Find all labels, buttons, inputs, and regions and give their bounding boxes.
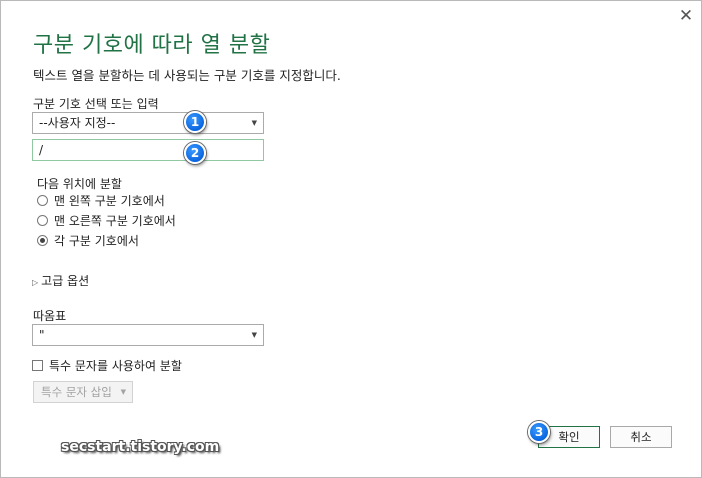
quote-select[interactable]: " ▼	[32, 324, 264, 346]
radio-each-label: 각 구분 기호에서	[54, 234, 139, 248]
delimiter-select[interactable]: --사용자 지정-- ▼	[32, 112, 264, 134]
delimiter-label: 구분 기호 선택 또는 입력	[33, 97, 159, 111]
expand-triangle-icon: ▷	[32, 278, 39, 287]
checkbox-icon[interactable]	[32, 360, 43, 371]
annotation-badge-1: 1	[184, 111, 206, 133]
special-chars-label: 특수 문자를 사용하여 분할	[49, 359, 182, 373]
annotation-badge-2: 2	[184, 142, 206, 164]
radio-each[interactable]: 각 구분 기호에서	[37, 233, 139, 249]
radio-button-selected-icon[interactable]	[37, 235, 48, 246]
chevron-down-icon: ▼	[251, 119, 257, 127]
insert-special-char-label: 특수 문자 삽입	[41, 385, 112, 399]
advanced-options-label: 고급 옵션	[41, 274, 90, 288]
quote-label: 따옴표	[33, 309, 67, 323]
radio-rightmost-label: 맨 오른쪽 구분 기호에서	[54, 214, 176, 228]
radio-button-icon[interactable]	[37, 215, 48, 226]
split-at-label: 다음 위치에 분할	[37, 177, 122, 191]
custom-delimiter-input[interactable]: /	[32, 139, 264, 161]
radio-button-icon[interactable]	[37, 195, 48, 206]
close-icon[interactable]: ✕	[676, 6, 696, 26]
advanced-options-toggle[interactable]: ▷ 고급 옵션	[32, 272, 89, 289]
dialog-description: 텍스트 열을 분할하는 데 사용되는 구분 기호를 지정합니다.	[33, 68, 341, 83]
dialog-title: 구분 기호에 따라 열 분할	[33, 33, 271, 58]
chevron-down-icon: ▼	[251, 331, 257, 339]
split-column-dialog: ✕ 구분 기호에 따라 열 분할 텍스트 열을 분할하는 데 사용되는 구분 기…	[0, 0, 702, 478]
quote-select-value: "	[39, 328, 45, 342]
annotation-badge-3: 3	[528, 421, 550, 443]
delimiter-select-value: --사용자 지정--	[39, 116, 116, 130]
radio-rightmost[interactable]: 맨 오른쪽 구분 기호에서	[37, 213, 176, 229]
watermark-text: secstart.tistory.com	[61, 439, 220, 455]
radio-leftmost-label: 맨 왼쪽 구분 기호에서	[54, 194, 165, 208]
special-chars-checkbox-row[interactable]: 특수 문자를 사용하여 분할	[32, 358, 182, 374]
chevron-down-icon: ▼	[120, 388, 126, 396]
radio-leftmost[interactable]: 맨 왼쪽 구분 기호에서	[37, 193, 165, 209]
cancel-button[interactable]: 취소	[610, 426, 672, 448]
insert-special-char-button[interactable]: 특수 문자 삽입 ▼	[33, 381, 133, 403]
